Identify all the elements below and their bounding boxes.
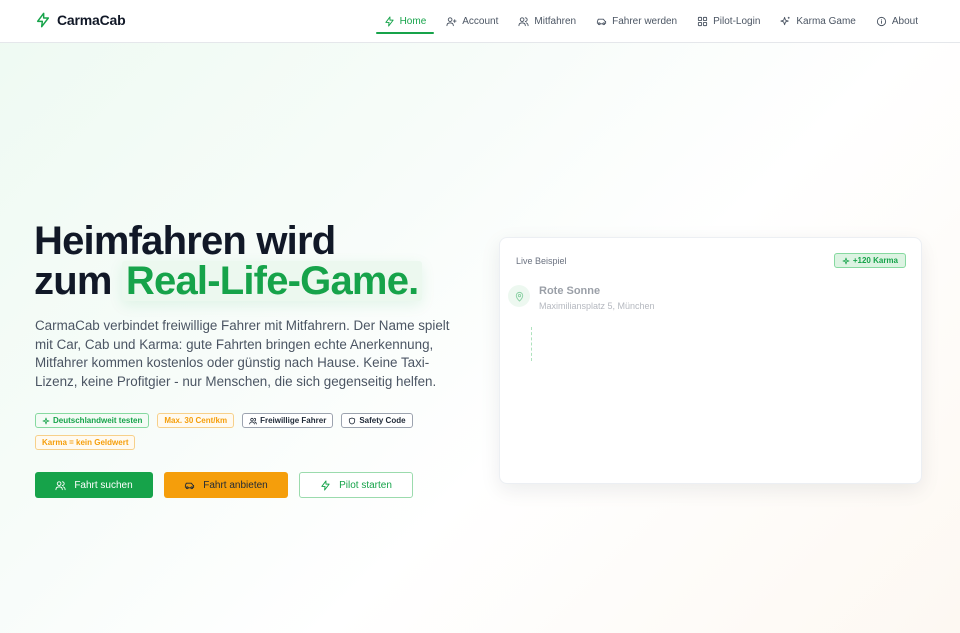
route-stop-text: Rote Sonne Maximiliansplatz 5, München (539, 285, 655, 311)
map-pin-icon (508, 285, 530, 307)
live-example-card: Live Beispiel +120 Karma Rote Sonne Maxi… (499, 237, 922, 484)
pilot-starten-button[interactable]: Pilot starten (299, 472, 413, 498)
nav-item-home[interactable]: Home (375, 0, 435, 43)
nav-item-label: Account (462, 16, 499, 27)
hero-description: CarmaCab verbindet freiwillige Fahrer mi… (35, 318, 450, 389)
badge-safety-code: Safety Code (341, 413, 413, 428)
hero-title-line-1: Heimfahren wird (34, 219, 336, 263)
top-navigation: CarmaCab Home Account Mitfahren Fahrer w… (0, 0, 960, 43)
nav-item-label: Fahrer werden (612, 16, 678, 27)
hero-title: Heimfahren wird zum Real-Life-Game. (34, 219, 423, 303)
karma-badge: +120 Karma (833, 253, 906, 268)
badge-karma-kein-geldwert: Karma = kein Geldwert (35, 435, 136, 450)
button-label: Pilot starten (339, 479, 392, 491)
badge-max-price: Max. 30 Cent/km (157, 413, 235, 428)
nav-item-pilot-login[interactable]: Pilot-Login (689, 0, 768, 43)
car-icon (597, 18, 607, 26)
info-icon (876, 16, 886, 27)
nav-item-label: Pilot-Login (713, 16, 761, 27)
sparkle-icon (842, 257, 850, 264)
user-plus-icon (446, 17, 457, 27)
route-dashed-line (531, 327, 532, 361)
shield-icon (349, 417, 356, 424)
stop-name: Rote Sonne (539, 285, 601, 297)
hero-actions: Fahrt suchen Fahrt anbieten Pilot starte… (35, 472, 413, 498)
button-label: Fahrt anbieten (203, 479, 268, 491)
bolt-icon (384, 16, 394, 27)
sparkle-icon (42, 417, 50, 424)
hero-title-highlight: Real-Life-Game. (121, 261, 423, 301)
nav-item-mitfahren[interactable]: Mitfahren (510, 0, 584, 43)
nav-item-karma-game[interactable]: Karma Game (772, 0, 863, 43)
live-example-label: Live Beispiel (516, 256, 567, 266)
users-icon (518, 17, 529, 27)
badge-freiwillige-fahrer: Freiwillige Fahrer (242, 413, 334, 428)
stop-address: Maximiliansplatz 5, München (539, 301, 655, 311)
sparkles-icon (780, 16, 791, 26)
grid-icon (698, 16, 708, 27)
nav-item-label: Mitfahren (534, 16, 577, 27)
badge-deutschlandweit: Deutschlandweit testen (35, 413, 150, 428)
bolt-icon (36, 12, 50, 28)
badge-label: Deutschlandweit testen (53, 416, 143, 425)
nav-item-label: Karma Game (796, 16, 856, 27)
nav-item-fahrer-werden[interactable]: Fahrer werden (588, 0, 685, 43)
users-icon (55, 480, 66, 490)
users-icon (249, 417, 257, 424)
button-label: Fahrt suchen (74, 479, 133, 491)
car-icon (185, 482, 195, 489)
route-stop: Rote Sonne Maximiliansplatz 5, München (508, 285, 655, 311)
feature-badges: Deutschlandweit testen Max. 30 Cent/km F… (35, 413, 435, 450)
hero-title-prefix: zum (34, 259, 122, 303)
nav-item-account[interactable]: Account (438, 0, 506, 43)
fahrt-suchen-button[interactable]: Fahrt suchen (35, 472, 153, 498)
fahrt-anbieten-button[interactable]: Fahrt anbieten (164, 472, 288, 498)
nav-item-about[interactable]: About (868, 0, 926, 43)
nav-item-label: About (891, 16, 918, 27)
badge-label: Freiwillige Fahrer (260, 416, 327, 425)
brand-name: CarmaCab (57, 12, 126, 28)
hero-title-line-2: zum Real-Life-Game. (34, 259, 423, 303)
badge-label: Safety Code (359, 416, 406, 425)
nav-item-label: Home (399, 16, 427, 27)
brand-logo[interactable]: CarmaCab (35, 12, 126, 28)
bolt-icon (321, 479, 330, 491)
badge-label: Karma = kein Geldwert (42, 438, 129, 447)
badge-label: Max. 30 Cent/km (164, 416, 228, 425)
nav-items: Home Account Mitfahren Fahrer werden Pil… (375, 0, 926, 43)
karma-value: +120 Karma (852, 256, 898, 265)
